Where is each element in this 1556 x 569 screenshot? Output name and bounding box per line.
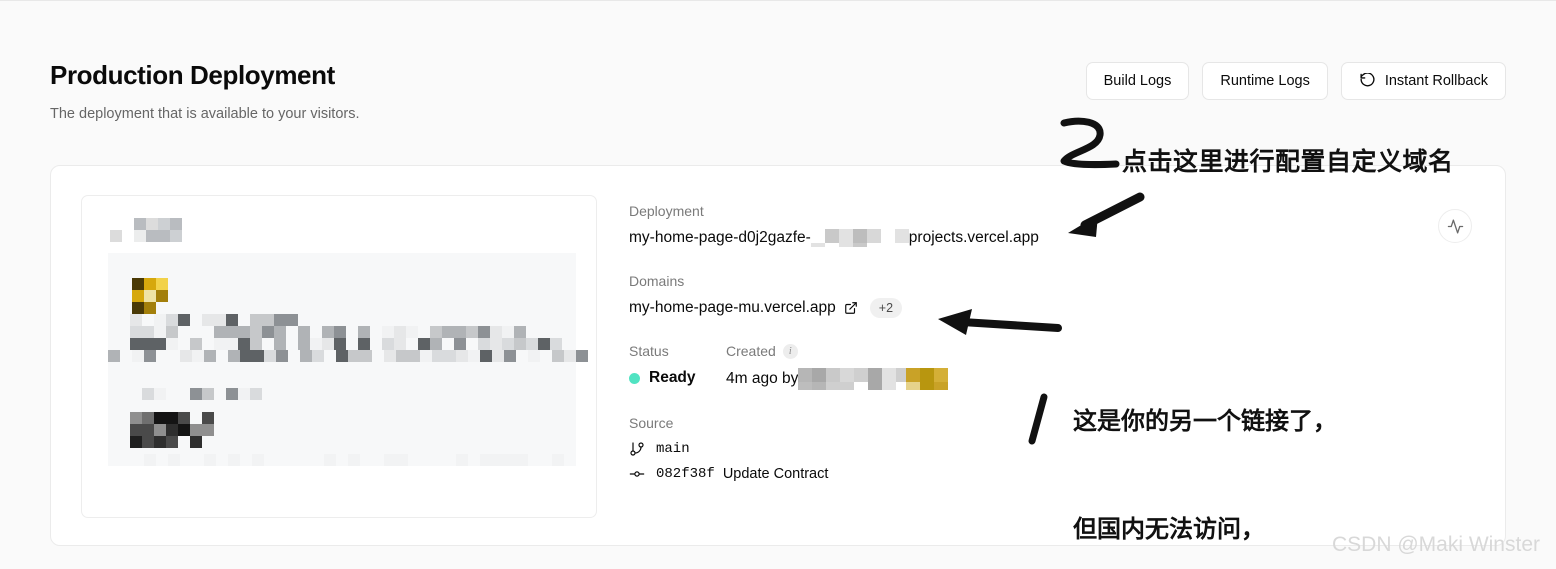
- created-value-row: 4m ago by: [726, 368, 949, 390]
- activity-pulse-icon: [1447, 218, 1464, 235]
- more-domains-badge[interactable]: +2: [869, 298, 903, 318]
- domains-label: Domains: [629, 273, 685, 289]
- deployment-url-prefix: my-home-page-d0j2gazfe-: [629, 229, 811, 246]
- instant-rollback-button[interactable]: Instant Rollback: [1340, 62, 1506, 100]
- page-header: Production Deployment The deployment tha…: [50, 59, 1506, 139]
- annotation-line-1: 这是你的另一个链接了，: [1073, 407, 1337, 435]
- rotate-ccw-icon: [1359, 72, 1376, 90]
- deployment-field: Deployment my-home-page-d0j2gazfe- proje…: [629, 202, 1189, 248]
- source-commit-message: Update Contract: [722, 466, 829, 482]
- status-label: Status: [629, 343, 669, 359]
- domains-row: my-home-page-mu.vercel.app +2: [629, 298, 1189, 318]
- annotation-text-link-note: 这是你的另一个链接了， 但国内无法访问，: [1073, 331, 1337, 569]
- created-label-row: Created i: [726, 342, 948, 360]
- status-value-row: Ready: [629, 368, 726, 388]
- instant-rollback-label: Instant Rollback: [1384, 73, 1488, 89]
- external-link-icon[interactable]: [844, 301, 858, 315]
- created-author-redacted: [798, 368, 949, 390]
- activity-pulse-icon-button[interactable]: [1438, 209, 1472, 243]
- annotation-line-2: 但国内无法访问，: [1073, 515, 1265, 543]
- build-logs-label: Build Logs: [1103, 73, 1172, 89]
- created-label: Created: [726, 343, 776, 359]
- status-dot-icon: [629, 372, 640, 384]
- source-branch-name: main: [656, 441, 690, 457]
- domains-field: Domains my-home-page-mu.vercel.app +2: [629, 272, 1189, 318]
- created-value: 4m ago by: [726, 370, 799, 387]
- preview-pixels: [82, 196, 596, 517]
- git-branch-icon: [629, 441, 645, 457]
- git-commit-icon: [629, 466, 645, 482]
- deployment-url-redacted: [810, 229, 909, 247]
- deployment-url[interactable]: my-home-page-d0j2gazfe- projects.vercel.…: [629, 228, 1189, 248]
- primary-domain-link[interactable]: my-home-page-mu.vercel.app: [629, 298, 836, 318]
- status-value: Ready: [649, 369, 696, 386]
- deployment-url-suffix: projects.vercel.app: [908, 229, 1039, 246]
- runtime-logs-button[interactable]: Runtime Logs: [1202, 62, 1328, 100]
- header-actions: Build Logs Runtime Logs Instant Rollback: [1085, 62, 1506, 100]
- deployment-preview-thumbnail[interactable]: [81, 195, 597, 518]
- page-subtitle: The deployment that is available to your…: [50, 106, 360, 122]
- source-commit-hash: 082f38f: [656, 466, 715, 482]
- created-field: Created i 4m ago by: [726, 342, 949, 390]
- annotation-text-domains: 点击这里进行配置自定义域名: [1122, 147, 1454, 176]
- deployment-label: Deployment: [629, 203, 704, 219]
- info-icon[interactable]: i: [782, 343, 798, 359]
- watermark: CSDN @Maki Winster: [1331, 533, 1540, 556]
- status-field: Status Ready: [629, 342, 726, 390]
- build-logs-button[interactable]: Build Logs: [1085, 62, 1190, 100]
- runtime-logs-label: Runtime Logs: [1220, 73, 1310, 89]
